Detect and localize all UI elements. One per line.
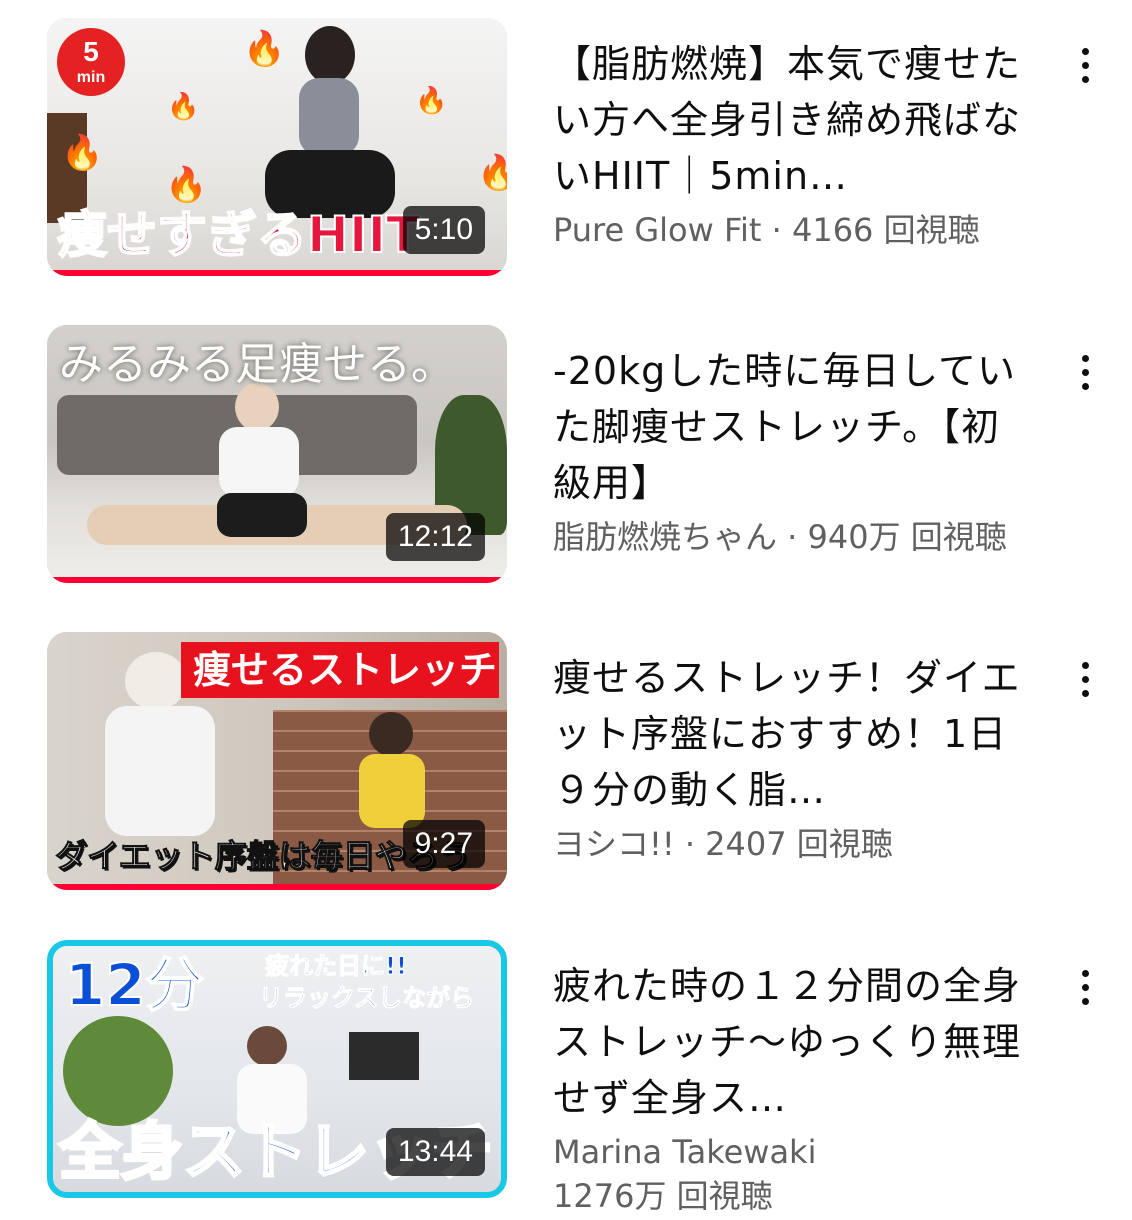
fire-icon: 🔥: [243, 29, 286, 69]
thumbnail-person-body: [299, 78, 359, 156]
video-meta: ヨシコ!! · 2407 回視聴: [553, 822, 1023, 866]
channel-and-views: ヨシコ!! · 2407 回視聴: [553, 825, 893, 863]
thumbnail-subcaption: リラックスしながら: [258, 984, 475, 1013]
video-item[interactable]: みるみる足痩せる。 12:12 -20kgした時に毎日していた脚痩せストレッチ。…: [0, 325, 1132, 605]
thumbnail-caption: みるみる足痩せる。: [59, 339, 455, 390]
watch-progress-bar: [47, 884, 507, 890]
video-list: 5 min 🔥 🔥 🔥 🔥 🔥 🔥 痩せすぎるHIIT 5:10 【脂肪燃焼】本…: [0, 0, 1132, 1215]
duration-label: 9:27: [402, 820, 485, 868]
video-info[interactable]: -20kgした時に毎日していた脚痩せストレッチ。【初級用】 脂肪燃焼ちゃん · …: [553, 343, 1023, 559]
badge-number: 5: [83, 36, 99, 67]
watch-progress-bar: [47, 270, 507, 276]
thumbnail-person: [305, 26, 355, 84]
video-title[interactable]: 痩せるストレッチ！ダイエット序盤におすすめ！1日９分の動く脂…: [553, 650, 1023, 818]
video-item[interactable]: 痩せるストレッチ ダイエット序盤は毎日やろう 9:27 痩せるストレッチ！ダイエ…: [0, 632, 1132, 912]
thumbnail-subcaption: 疲れた日に!!: [265, 952, 408, 981]
thumbnail-person: [247, 1026, 287, 1066]
more-vert-icon[interactable]: [1070, 966, 1100, 1010]
video-thumbnail[interactable]: 5 min 🔥 🔥 🔥 🔥 🔥 🔥 痩せすぎるHIIT 5:10: [47, 18, 507, 276]
channel-and-views: 脂肪燃焼ちゃん · 940万 回視聴: [553, 518, 1007, 556]
thumbnail-frame: [349, 1032, 419, 1080]
thumbnail-person-body: [105, 706, 215, 836]
video-title[interactable]: 【脂肪燃焼】本気で痩せたい方へ全身引き締め飛ばないHIIT｜5min…: [553, 36, 1023, 204]
video-thumbnail[interactable]: みるみる足痩せる。 12:12: [47, 325, 507, 583]
thumbnail-plant: [63, 1016, 173, 1126]
fire-icon: 🔥: [415, 86, 448, 116]
fire-icon: 🔥: [165, 165, 208, 205]
video-meta: 脂肪燃焼ちゃん · 940万 回視聴: [553, 515, 1023, 559]
duration-badge-min: 5 min: [57, 28, 125, 96]
more-vert-icon[interactable]: [1070, 658, 1100, 702]
video-thumbnail[interactable]: 痩せるストレッチ ダイエット序盤は毎日やろう 9:27: [47, 632, 507, 890]
thumbnail-caption: 痩せるストレッチ: [193, 648, 498, 692]
channel-and-views: Pure Glow Fit · 4166 回視聴: [553, 211, 980, 249]
thumbnail-person: [369, 712, 413, 756]
thumbnail-person-body: [219, 427, 299, 497]
video-item[interactable]: 5 min 🔥 🔥 🔥 🔥 🔥 🔥 痩せすぎるHIIT 5:10 【脂肪燃焼】本…: [0, 18, 1132, 298]
fire-icon: 🔥: [477, 153, 507, 193]
thumbnail-person-body: [359, 754, 425, 828]
duration-label: 5:10: [402, 206, 485, 254]
thumbnail-person-shorts: [217, 493, 307, 537]
video-item[interactable]: 12分 疲れた日に!! リラックスしながら 全身ストレッチ 13:44 疲れた時…: [0, 940, 1132, 1220]
video-meta: Pure Glow Fit · 4166 回視聴: [553, 208, 1023, 252]
video-title[interactable]: -20kgした時に毎日していた脚痩せストレッチ。【初級用】: [553, 343, 1023, 511]
view-count: 1276万 回視聴: [553, 1177, 773, 1215]
video-info[interactable]: 疲れた時の１２分間の全身ストレッチ〜ゆっくり無理せず全身ス… Marina Ta…: [553, 958, 1023, 1218]
thumbnail-caption: 痩せすぎるHIIT: [56, 205, 421, 265]
duration-label: 12:12: [385, 513, 485, 561]
thumbnail-person: [125, 652, 187, 710]
more-vert-icon[interactable]: [1070, 44, 1100, 88]
fire-icon: 🔥: [167, 92, 200, 122]
video-thumbnail[interactable]: 12分 疲れた日に!! リラックスしながら 全身ストレッチ 13:44: [47, 940, 507, 1198]
badge-unit: min: [76, 69, 106, 86]
video-title[interactable]: 疲れた時の１２分間の全身ストレッチ〜ゆっくり無理せず全身ス…: [553, 958, 1023, 1126]
duration-label: 13:44: [385, 1128, 485, 1176]
video-info[interactable]: 痩せるストレッチ！ダイエット序盤におすすめ！1日９分の動く脂… ヨシコ!! · …: [553, 650, 1023, 866]
watch-progress-bar: [47, 577, 507, 583]
fire-icon: 🔥: [61, 133, 104, 173]
video-meta: Marina Takewaki 1276万 回視聴: [553, 1130, 1023, 1218]
thumbnail-caption: 12分: [64, 950, 205, 1020]
video-info[interactable]: 【脂肪燃焼】本気で痩せたい方へ全身引き締め飛ばないHIIT｜5min… Pure…: [553, 36, 1023, 252]
channel-name: Marina Takewaki: [553, 1133, 817, 1171]
more-vert-icon[interactable]: [1070, 351, 1100, 395]
